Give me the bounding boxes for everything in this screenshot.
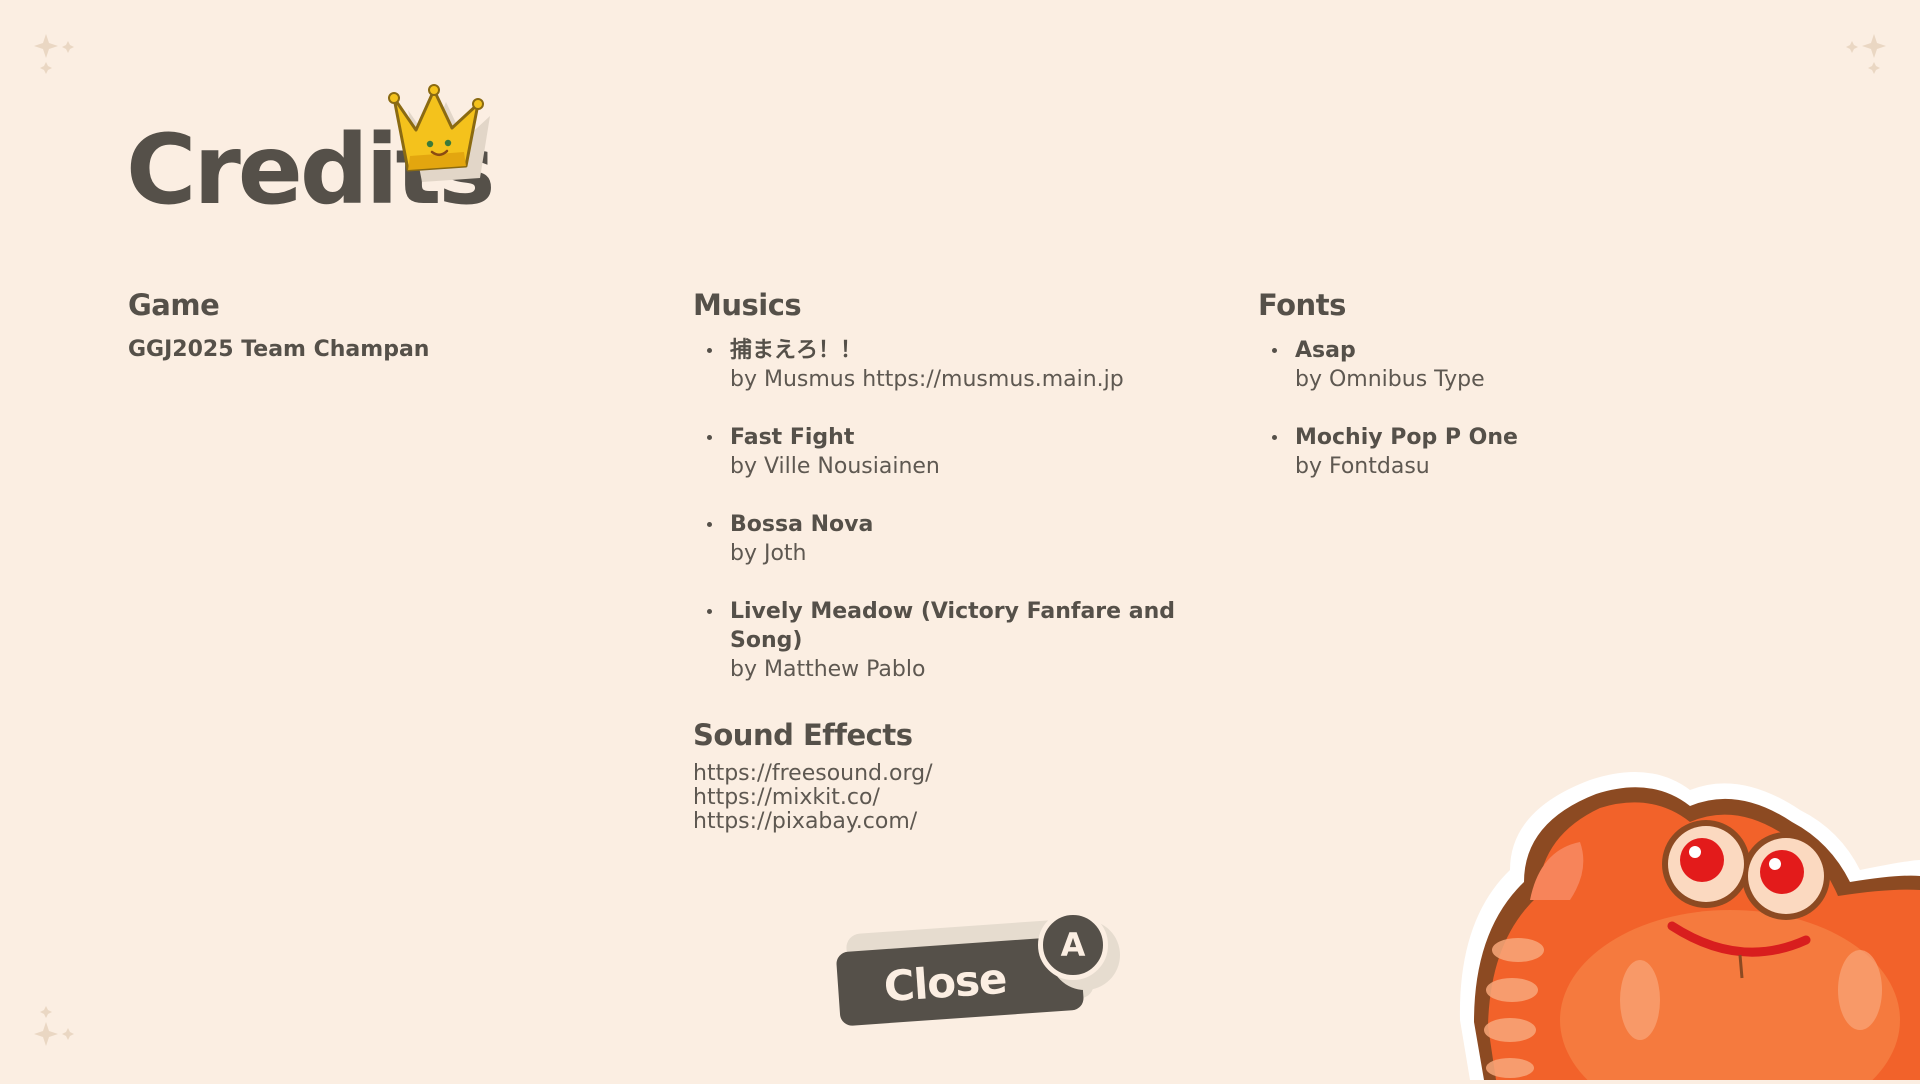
sound-effects-section: Sound Effects https://freesound.org/ htt… bbox=[693, 716, 1253, 834]
crown-icon bbox=[384, 82, 496, 182]
font-title: Asap bbox=[1295, 338, 1356, 363]
music-title: Fast Fight bbox=[730, 425, 855, 450]
sparkle-icon bbox=[1834, 26, 1894, 86]
a-button-icon: A bbox=[1038, 910, 1108, 980]
list-item: 捕まえろ！！ by Musmus https://musmus.main.jp bbox=[693, 336, 1253, 394]
music-title: Bossa Nova bbox=[730, 512, 874, 537]
music-title: Lively Meadow (Victory Fanfare and Song) bbox=[730, 599, 1175, 653]
close-button-group: Close A bbox=[835, 908, 1120, 1038]
font-author: by Omnibus Type bbox=[1295, 367, 1485, 392]
sparkle-icon bbox=[26, 994, 86, 1054]
sparkle-icon bbox=[26, 26, 86, 86]
musics-list: 捕まえろ！！ by Musmus https://musmus.main.jp … bbox=[693, 336, 1253, 684]
music-author: by Musmus https://musmus.main.jp bbox=[730, 367, 1124, 392]
list-item: Fast Fight by Ville Nousiainen bbox=[693, 423, 1253, 481]
list-item: Asap by Omnibus Type bbox=[1258, 336, 1818, 394]
music-title: 捕まえろ！！ bbox=[730, 338, 863, 363]
sound-effects-link: https://freesound.org/ bbox=[693, 761, 933, 786]
game-credit: GGJ2025 Team Champan bbox=[128, 337, 430, 362]
musics-heading: Musics bbox=[693, 288, 802, 322]
game-section: Game GGJ2025 Team Champan bbox=[128, 286, 648, 364]
crab-mascot bbox=[1440, 750, 1920, 1084]
list-item: Lively Meadow (Victory Fanfare and Song)… bbox=[693, 597, 1253, 684]
sound-effects-heading: Sound Effects bbox=[693, 718, 913, 752]
fonts-section: Fonts Asap by Omnibus Type Mochiy Pop P … bbox=[1258, 286, 1818, 510]
font-title: Mochiy Pop P One bbox=[1295, 425, 1518, 450]
game-heading: Game bbox=[128, 288, 220, 322]
fonts-list: Asap by Omnibus Type Mochiy Pop P One by… bbox=[1258, 336, 1818, 481]
musics-section: Musics 捕まえろ！！ by Musmus https://musmus.m… bbox=[693, 286, 1253, 713]
font-author: by Fontdasu bbox=[1295, 454, 1430, 479]
music-author: by Joth bbox=[730, 541, 807, 566]
sound-effects-link: https://pixabay.com/ bbox=[693, 809, 918, 834]
sound-effects-link: https://mixkit.co/ bbox=[693, 785, 880, 810]
music-author: by Matthew Pablo bbox=[730, 657, 926, 682]
music-author: by Ville Nousiainen bbox=[730, 454, 940, 479]
list-item: Mochiy Pop P One by Fontdasu bbox=[1258, 423, 1818, 481]
list-item: Bossa Nova by Joth bbox=[693, 510, 1253, 568]
fonts-heading: Fonts bbox=[1258, 288, 1346, 322]
